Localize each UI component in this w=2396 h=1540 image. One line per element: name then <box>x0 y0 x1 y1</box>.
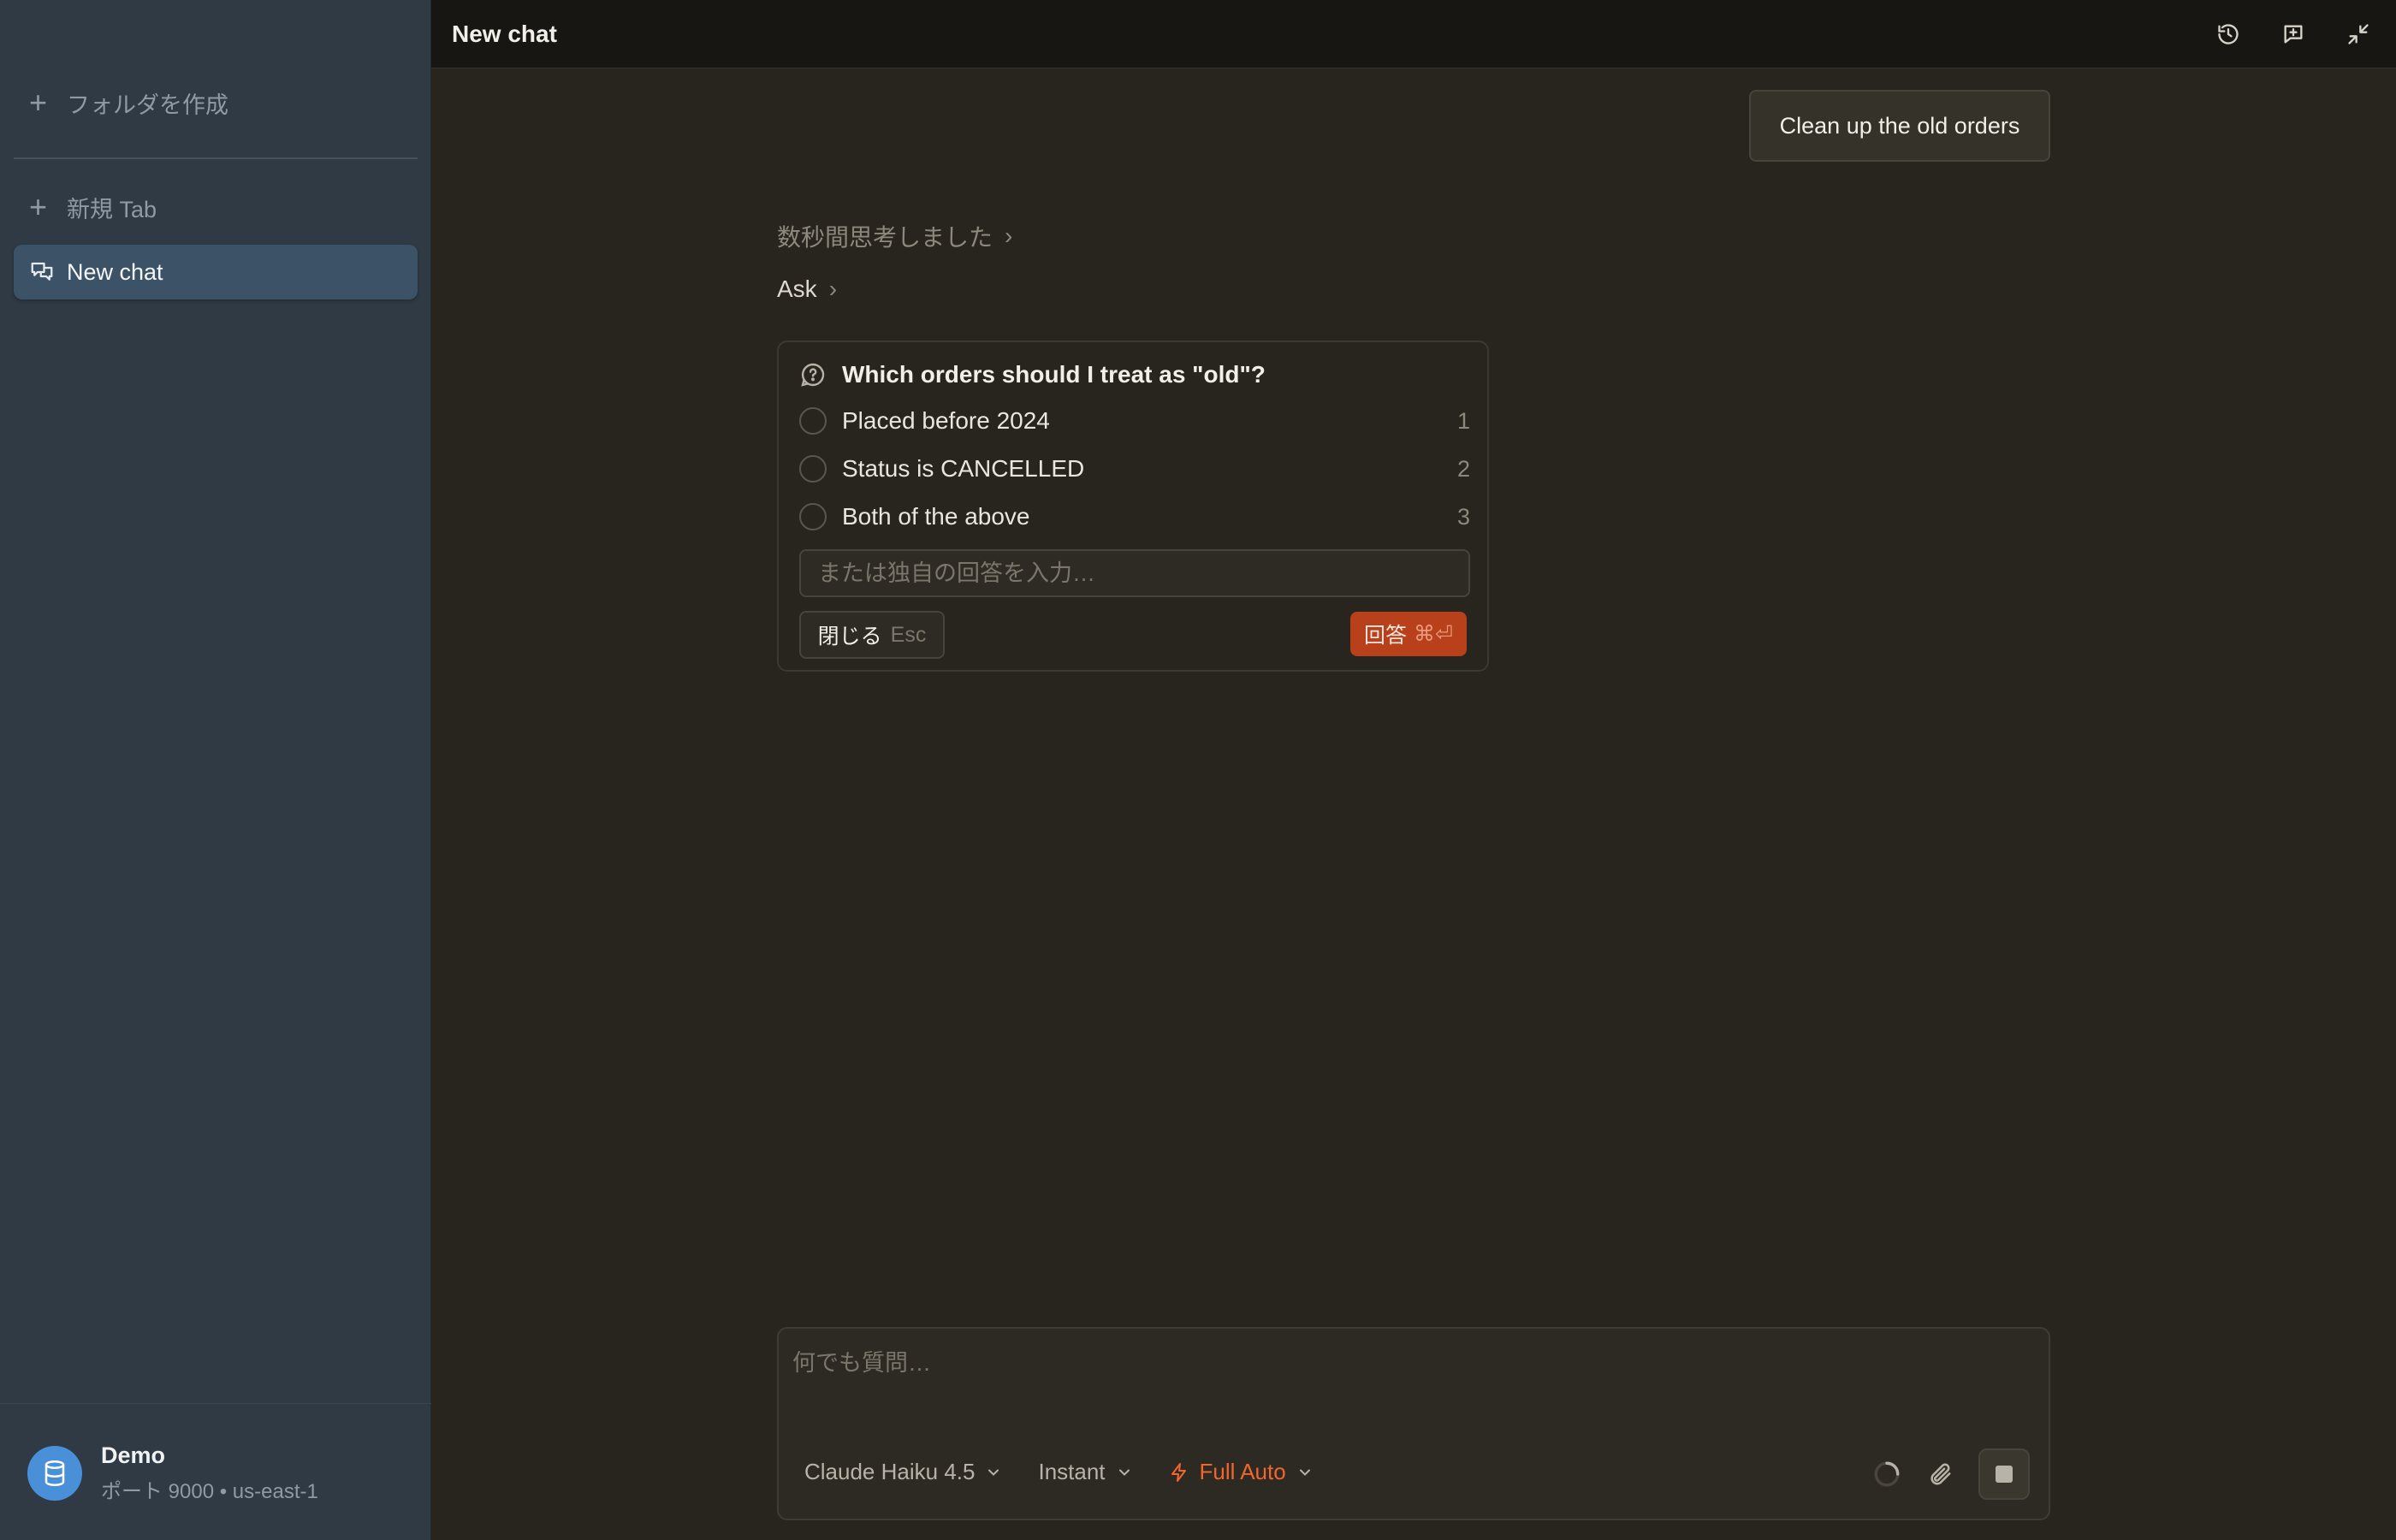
model-label: Claude Haiku 4.5 <box>804 1459 976 1484</box>
sidebar-item-new-chat[interactable]: New chat <box>14 245 418 299</box>
lightning-icon <box>1171 1462 1186 1482</box>
plus-icon: + <box>29 85 48 120</box>
thought-label: 数秒間思考しました <box>777 224 993 251</box>
page-title: New chat <box>452 20 557 47</box>
option-shortcut: 2 <box>1456 455 1470 482</box>
connection-profile[interactable]: Demo ポート 9000 • us-east-1 <box>27 1442 318 1504</box>
ask-label: Ask <box>777 275 817 302</box>
composer-actions <box>1872 1448 2030 1500</box>
answer-shortcut: ⌘⏎ <box>1414 622 1453 646</box>
new-tab-label: 新規 Tab <box>67 196 157 222</box>
chevron-down-icon <box>1299 1469 1310 1476</box>
answer-label: 回答 <box>1364 624 1408 648</box>
close-label: 閉じる <box>817 625 882 649</box>
sidebar-footer-divider <box>0 1403 431 1404</box>
create-folder-button[interactable]: + フォルダを作成 <box>14 75 418 130</box>
autonomy-label: Full Auto <box>1199 1459 1286 1484</box>
thought-toggle[interactable]: 数秒間思考しました › <box>777 219 1012 253</box>
stop-icon <box>1996 1466 2013 1483</box>
question-text: Which orders should I treat as "old"? <box>842 361 1266 388</box>
profile-name: Demo <box>101 1442 166 1468</box>
question-card: Which orders should I treat as "old"? Pl… <box>777 341 1489 672</box>
option-label: Placed before 2024 <box>842 407 1050 434</box>
new-chat-button[interactable] <box>2274 15 2312 53</box>
radio-button[interactable] <box>799 503 827 530</box>
close-shortcut: Esc <box>890 622 927 647</box>
option-shortcut: 3 <box>1456 503 1470 530</box>
answer-button[interactable]: 回答 ⌘⏎ <box>1350 612 1467 656</box>
option-shortcut: 1 <box>1456 407 1470 434</box>
sidebar: + フォルダを作成 + 新規 Tab New chat Demo ポート 900… <box>0 0 431 1540</box>
collapse-button[interactable] <box>2340 15 2377 53</box>
plus-icon: + <box>29 189 48 224</box>
chevron-right-icon: › <box>828 275 838 302</box>
composer-controls: Claude Haiku 4.5 Instant Full Auto <box>804 1459 1314 1485</box>
message-input[interactable] <box>792 1344 2033 1421</box>
radio-button[interactable] <box>799 455 827 483</box>
topbar-actions <box>2209 15 2377 53</box>
app-window: + フォルダを作成 + 新規 Tab New chat Demo ポート 900… <box>0 0 2396 1540</box>
chevron-down-icon <box>988 1469 999 1476</box>
chat-bubbles-icon <box>31 262 53 281</box>
chat-main: New chat Clean up the old orders 数秒間思考しま… <box>431 0 2396 1540</box>
new-tab-button[interactable]: + 新規 Tab <box>14 180 418 234</box>
history-button[interactable] <box>2209 15 2247 53</box>
stop-button[interactable] <box>1978 1448 2030 1500</box>
radio-button[interactable] <box>799 407 827 435</box>
collapse-icon <box>2348 24 2369 44</box>
custom-answer-input[interactable] <box>799 549 1470 597</box>
option-3[interactable]: Both of the above 3 <box>799 496 1470 537</box>
new-chat-icon <box>2284 25 2303 44</box>
spinner-icon <box>1874 1461 1900 1487</box>
sidebar-divider <box>14 157 418 159</box>
sidebar-item-label: New chat <box>67 258 163 285</box>
autonomy-selector[interactable]: Full Auto <box>1169 1459 1314 1485</box>
close-button[interactable]: 閉じる Esc <box>799 611 945 659</box>
chevron-right-icon: › <box>1005 222 1013 249</box>
avatar <box>27 1446 82 1501</box>
history-icon <box>2218 24 2239 44</box>
composer: Claude Haiku 4.5 Instant Full Auto <box>777 1327 2050 1520</box>
model-selector[interactable]: Claude Haiku 4.5 <box>804 1459 1002 1485</box>
option-2[interactable]: Status is CANCELLED 2 <box>799 448 1470 489</box>
database-icon <box>44 1460 65 1487</box>
mode-selector[interactable]: Instant <box>1038 1459 1132 1485</box>
option-1[interactable]: Placed before 2024 1 <box>799 400 1470 441</box>
create-folder-label: フォルダを作成 <box>67 92 228 118</box>
topbar: New chat <box>431 0 2396 68</box>
option-label: Status is CANCELLED <box>842 455 1085 482</box>
option-label: Both of the above <box>842 503 1030 530</box>
user-message-bubble: Clean up the old orders <box>1749 90 2050 162</box>
mode-label: Instant <box>1038 1459 1106 1484</box>
question-bubble-icon <box>801 363 825 387</box>
paperclip-icon <box>1930 1463 1951 1485</box>
ask-toggle[interactable]: Ask › <box>777 275 837 303</box>
chevron-down-icon <box>1118 1469 1130 1476</box>
user-message-text: Clean up the old orders <box>1779 112 2020 139</box>
question-header: Which orders should I treat as "old"? <box>799 361 1266 388</box>
profile-subtitle: ポート 9000 • us-east-1 <box>101 1480 318 1503</box>
attach-button[interactable] <box>1927 1461 1953 1487</box>
